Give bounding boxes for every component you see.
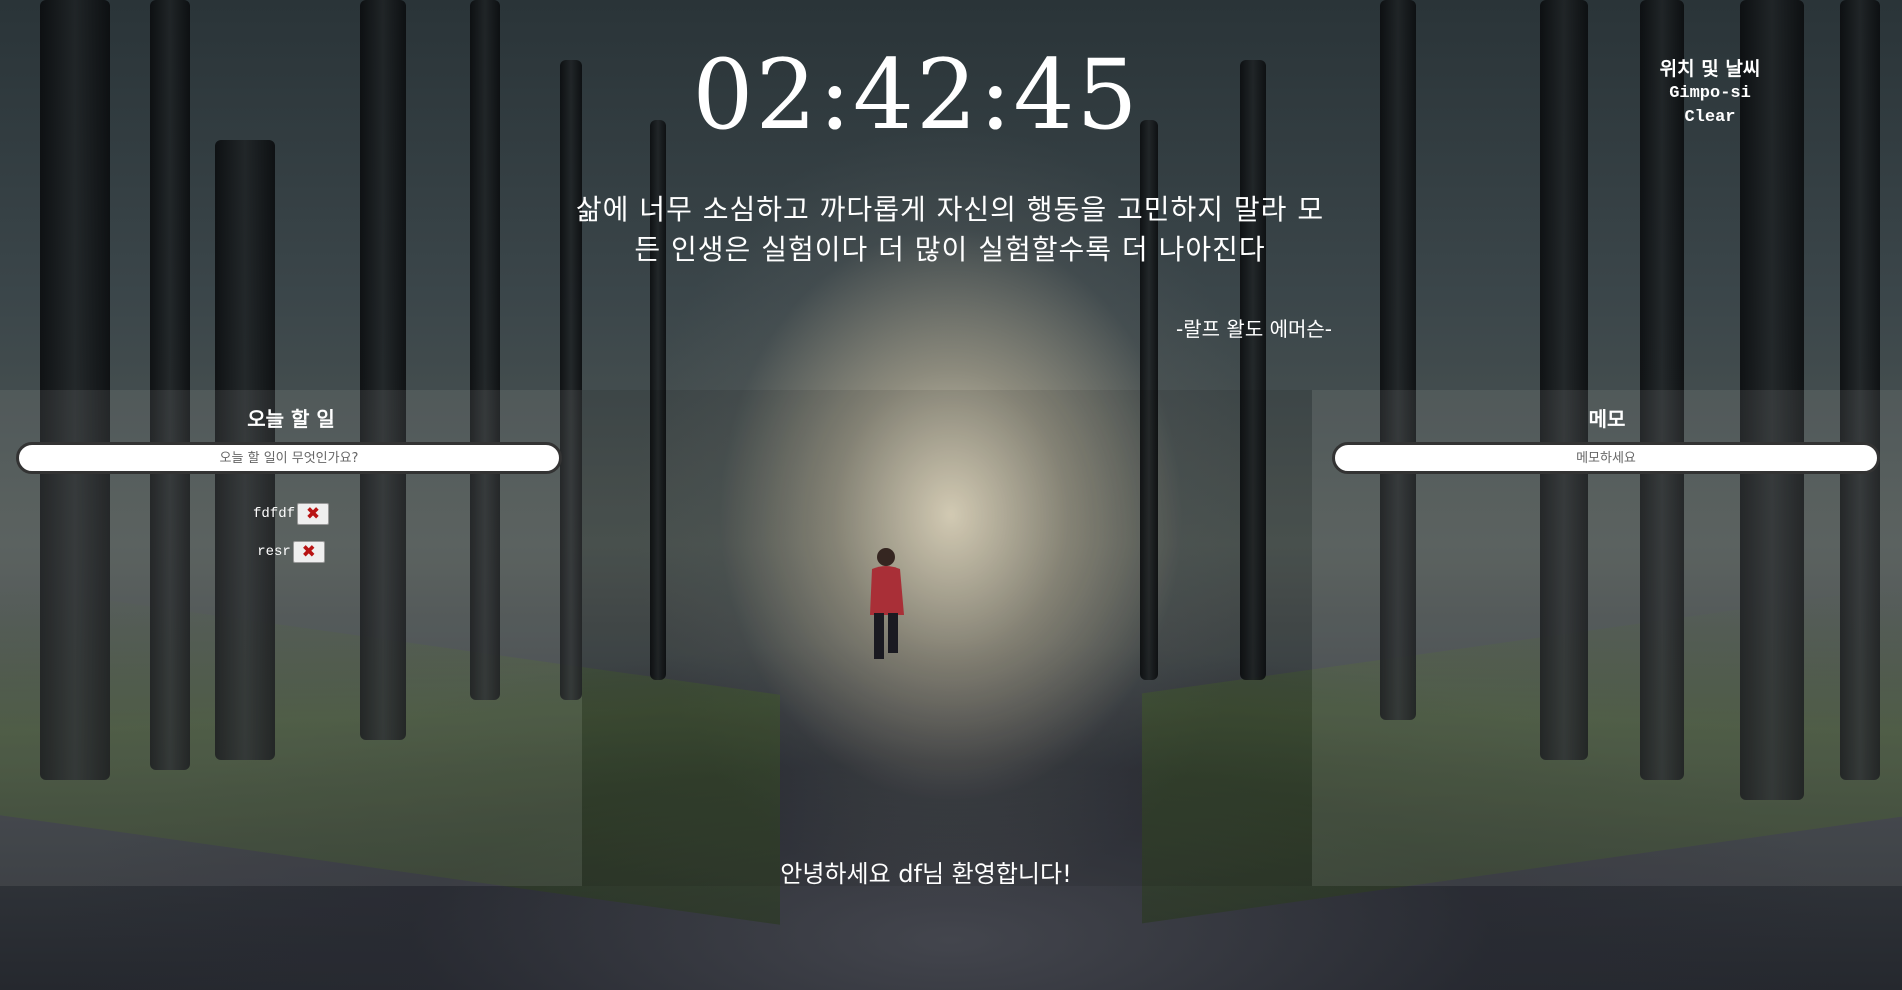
- delete-todo-button[interactable]: ✖: [292, 541, 325, 563]
- delete-todo-button[interactable]: ✖: [297, 503, 329, 525]
- todo-title: 오늘 할 일: [247, 407, 335, 431]
- todo-list: fdfdf ✖ resr ✖: [0, 502, 582, 578]
- todo-item-text: resr: [257, 544, 291, 560]
- quote-author: -랄프 왈도 에머슨-: [1176, 317, 1332, 341]
- weather-location: Gimpo-si: [1669, 84, 1751, 103]
- weather-condition: Clear: [1684, 108, 1736, 127]
- memo-panel: 메모: [1312, 390, 1902, 886]
- memo-title: 메모: [1588, 407, 1626, 431]
- todo-item: fdfdf ✖: [0, 502, 582, 526]
- center-column: [582, 390, 1312, 886]
- x-icon: ✖: [301, 542, 316, 562]
- weather-title: 위치 및 날씨: [1659, 58, 1761, 80]
- greeting-text: 안녕하세요 df님 환영합니다!: [780, 860, 1072, 888]
- todo-panel: 오늘 할 일 fdfdf ✖ resr ✖: [0, 390, 582, 886]
- momentum-page: { "clock": { "time": "02:42:45" }, "weat…: [0, 0, 1902, 990]
- clock-time: 02:42:45: [692, 39, 1140, 151]
- todo-item-text: fdfdf: [252, 506, 295, 522]
- memo-input[interactable]: [1332, 442, 1880, 474]
- x-icon: ✖: [305, 504, 321, 524]
- todo-input[interactable]: [16, 442, 562, 474]
- todo-item: resr ✖: [0, 540, 582, 564]
- weather-widget: 위치 및 날씨 Gimpo-si Clear: [1610, 56, 1810, 130]
- greeting: 안녕하세요 df님 환영합니다!: [0, 858, 1902, 890]
- quote-text: 삶에 너무 소심하고 까다롭게 자신의 행동을 고민하지 말라 모든 인생은 실…: [575, 193, 1325, 266]
